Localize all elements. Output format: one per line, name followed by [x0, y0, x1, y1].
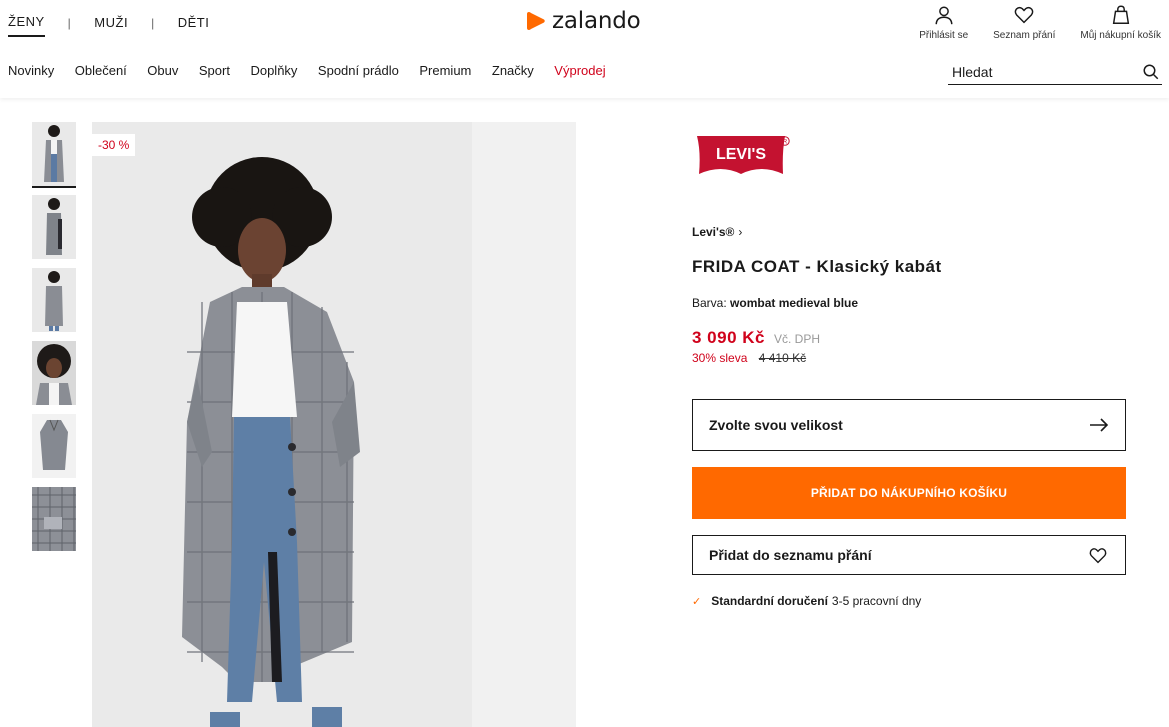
category-doplnky[interactable]: Doplňky [250, 63, 297, 78]
wishlist-label: Seznam přání [993, 30, 1056, 41]
thumbnail-image [32, 341, 76, 405]
category-obuv[interactable]: Obuv [147, 63, 178, 78]
zalando-logo-icon [527, 12, 545, 30]
levis-logo[interactable]: LEVI'S R [695, 134, 791, 176]
add-to-wishlist-button[interactable]: Přidat do seznamu přání [692, 535, 1126, 575]
checkmark-icon: ✓ [692, 595, 702, 608]
delivery-label: Standardní doručení [711, 594, 828, 608]
current-price: 3 090 Kč [692, 328, 765, 347]
thumbnail-2[interactable] [32, 195, 76, 259]
wishlist-link[interactable]: Seznam přání [993, 4, 1055, 41]
thumbnail-image [32, 195, 76, 259]
chevron-right-icon: › [738, 225, 743, 239]
discount-badge: -30 % [92, 134, 136, 156]
user-icon [935, 6, 953, 25]
delivery-time: 3-5 pracovní dny [831, 594, 922, 608]
category-spodni-pradlo[interactable]: Spodní prádlo [318, 63, 399, 78]
thumbnail-1[interactable] [32, 122, 76, 188]
arrow-right-icon [1090, 418, 1109, 432]
category-obleceni[interactable]: Oblečení [75, 63, 127, 78]
product-title: FRIDA COAT - Klasický kabát [692, 257, 942, 276]
category-nav: Novinky Oblečení Obuv Sport Doplňky Spod… [8, 63, 626, 78]
product-photo [92, 122, 576, 727]
vat-note: Vč. DPH [774, 332, 821, 346]
color-value: wombat medieval blue [730, 296, 859, 310]
login-link[interactable]: Přihlásit se [919, 4, 968, 41]
brand-logo-text: LEVI'S [716, 146, 766, 163]
sale-info: 30% sleva 4 410 Kč [692, 351, 806, 365]
search-bar [948, 60, 1162, 85]
cart-label: Můj nákupní košík [1080, 30, 1161, 41]
bag-icon [1112, 5, 1129, 24]
tab-zeny[interactable]: ŽENY [8, 14, 45, 37]
thumbnail-4[interactable] [32, 341, 76, 405]
color-label: Barva: [692, 296, 727, 310]
delivery-info: ✓ Standardní doručení 3-5 pracovní dny [692, 594, 921, 608]
nav-separator: | [151, 15, 155, 30]
logo-wordmark: zalando [552, 8, 641, 34]
user-nav: Přihlásit se Seznam přání Můj nákupní ko… [894, 4, 1161, 41]
price-row: 3 090 Kč Vč. DPH [692, 328, 820, 348]
thumbnail-6[interactable] [32, 487, 76, 551]
thumbnail-image [32, 268, 76, 332]
thumbnail-3[interactable] [32, 268, 76, 332]
nav-separator: | [67, 15, 72, 30]
heart-icon [1089, 548, 1107, 564]
category-premium[interactable]: Premium [419, 63, 471, 78]
login-label: Přihlásit se [919, 30, 969, 41]
category-znacky[interactable]: Značky [492, 63, 534, 78]
gender-nav: ŽENY | MUŽI | DĚTI [8, 14, 209, 37]
search-icon[interactable] [1142, 63, 1160, 81]
tab-deti[interactable]: DĚTI [178, 15, 210, 36]
thumbnail-list [32, 122, 76, 560]
thumbnail-image [32, 414, 76, 478]
heart-icon [1014, 6, 1034, 24]
thumbnail-5[interactable] [32, 414, 76, 478]
tab-muzi[interactable]: MUŽI [94, 15, 128, 36]
zalando-logo[interactable]: zalando [524, 7, 641, 35]
original-price: 4 410 Kč [758, 351, 807, 365]
add-to-cart-button[interactable]: PŘIDAT DO NÁKUPNÍHO KOŠÍKU [692, 467, 1126, 519]
category-vyprodej[interactable]: Výprodej [554, 63, 605, 78]
category-novinky[interactable]: Novinky [8, 63, 54, 78]
size-select-button[interactable]: Zvolte svou velikost [692, 399, 1126, 451]
size-select-label: Zvolte svou velikost [709, 417, 843, 433]
cart-link[interactable]: Můj nákupní košík [1080, 4, 1161, 41]
search-input[interactable] [948, 64, 1142, 80]
site-header: ŽENY | MUŽI | DĚTI zalando Přihlásit se … [0, 0, 1169, 98]
wishlist-button-label: Přidat do seznamu přání [709, 547, 872, 563]
thumbnail-image [32, 122, 76, 186]
main-product-image[interactable] [92, 122, 576, 727]
discount-text: 30% sleva [692, 351, 748, 365]
thumbnail-image [32, 487, 76, 551]
brand-link[interactable]: Levi's® › [692, 225, 742, 239]
color-info: Barva: wombat medieval blue [692, 296, 858, 310]
brand-name: Levi's® [692, 225, 735, 239]
category-sport[interactable]: Sport [199, 63, 230, 78]
svg-text:R: R [783, 140, 788, 146]
